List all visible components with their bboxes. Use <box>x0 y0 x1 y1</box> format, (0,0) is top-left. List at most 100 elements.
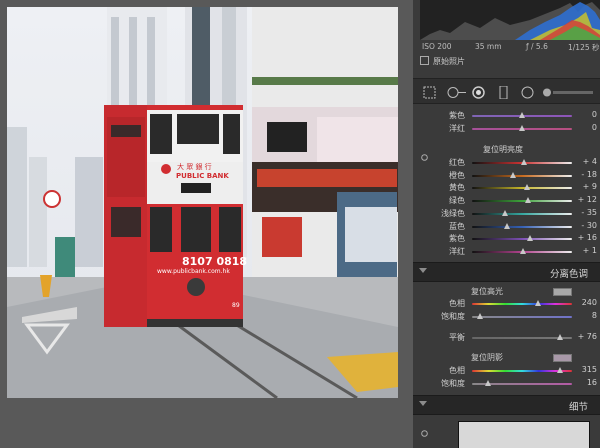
luminance-reset-label[interactable]: 复位明亮度 <box>483 144 523 155</box>
highlights-reset-label[interactable]: 复位高光 <box>471 286 503 297</box>
balance-value[interactable]: + 76 <box>578 332 597 341</box>
slider-thumb[interactable] <box>535 300 541 306</box>
slider-thumb[interactable] <box>556 367 563 373</box>
original-photo-checkbox[interactable] <box>420 56 429 65</box>
slider-value[interactable]: - 30 <box>581 221 597 230</box>
exif-iso: ISO 200 <box>422 42 452 51</box>
slider-thumb[interactable] <box>525 197 531 204</box>
slider-value[interactable]: - 35 <box>581 208 597 217</box>
slider-row: 绿色 + 12 <box>413 195 600 207</box>
target-adjust-icon[interactable] <box>421 146 428 161</box>
detail-target-icon[interactable] <box>421 422 428 437</box>
slider-label: 色相 <box>449 366 465 375</box>
slider-row: 黄色 + 9 <box>413 182 600 194</box>
slider-label: 饱和度 <box>441 312 465 321</box>
slider-track[interactable] <box>472 209 572 216</box>
slider-label: 洋红 <box>449 124 465 133</box>
balance-track[interactable] <box>472 334 572 340</box>
slider-track[interactable] <box>472 247 572 254</box>
graduated-filter-icon[interactable] <box>497 84 510 100</box>
slider-row: 饱和度 8 <box>413 311 600 323</box>
tram-route: 89 <box>232 302 240 309</box>
slider-thumb[interactable] <box>519 125 525 131</box>
slider-value[interactable]: 240 <box>582 298 597 307</box>
slider-row: 紫色 0 <box>413 110 600 122</box>
original-photo-toggle[interactable]: 原始照片 <box>420 56 465 70</box>
exif-aperture: ƒ / 5.6 <box>526 42 548 51</box>
slider-track[interactable] <box>472 367 572 373</box>
slider-label: 洋红 <box>449 246 465 256</box>
slider-thumb[interactable] <box>477 313 483 319</box>
slider-track[interactable] <box>472 159 572 165</box>
slider-track[interactable] <box>472 300 572 306</box>
slider-track[interactable] <box>472 222 572 229</box>
slider-label: 蓝色 <box>449 221 465 231</box>
slider-label: 绿色 <box>449 196 465 206</box>
histogram <box>420 0 600 40</box>
slider-label: 黄色 <box>449 183 465 193</box>
slider-value[interactable]: 0 <box>592 110 597 119</box>
edited-photo: 大 眾 銀 行 PUBLIC BANK 8107 0818 www.public… <box>7 7 398 398</box>
tram: 大 眾 銀 行 PUBLIC BANK 8107 0818 www.public… <box>104 105 247 327</box>
slider-track[interactable] <box>472 380 572 386</box>
exif-info: ISO 200 35 mm ƒ / 5.6 1/125 秒 <box>420 41 600 53</box>
slider-value[interactable]: + 4 <box>583 157 597 166</box>
detail-preview <box>458 421 590 448</box>
slider-value[interactable]: + 9 <box>583 182 597 191</box>
balance-row: 平衡 + 76 <box>413 332 600 344</box>
slider-thumb[interactable] <box>510 171 516 178</box>
slider-thumb[interactable] <box>521 159 527 165</box>
image-canvas: 大 眾 銀 行 PUBLIC BANK 8107 0818 www.public… <box>0 0 413 448</box>
tram-bank-cn: 大 眾 銀 行 <box>177 162 212 171</box>
slider-thumb[interactable] <box>519 247 526 254</box>
exif-shutter: 1/125 秒 <box>568 43 600 52</box>
grid-crop-icon[interactable] <box>423 84 436 99</box>
slider-row: 饱和度 16 <box>413 378 600 390</box>
split-toning-header[interactable]: 分离色调 <box>413 262 600 282</box>
radial-filter-icon[interactable] <box>521 84 534 99</box>
slider-value[interactable]: 8 <box>592 311 597 320</box>
slider-value[interactable]: 315 <box>582 365 597 374</box>
slider-track[interactable] <box>472 197 572 204</box>
slider-value[interactable]: + 16 <box>578 233 597 242</box>
slider-track[interactable] <box>472 125 572 131</box>
slider-label: 红色 <box>449 158 465 167</box>
slider-value[interactable]: - 18 <box>581 170 597 179</box>
slider-value[interactable]: + 1 <box>583 246 597 255</box>
slider-row: 紫色 + 16 <box>413 233 600 245</box>
slider-thumb[interactable] <box>504 222 510 229</box>
slider-row: 洋红 + 1 <box>413 246 600 258</box>
highlights-color-swatch[interactable] <box>553 288 572 296</box>
slider-track[interactable] <box>472 112 572 118</box>
shadows-reset-label[interactable]: 复位阴影 <box>471 352 503 363</box>
slider-row: 色相 315 <box>413 365 600 377</box>
collapse-triangle-icon <box>419 401 427 406</box>
slider-label: 色相 <box>449 299 465 308</box>
slider-track[interactable] <box>472 313 572 319</box>
slider-thumb[interactable] <box>527 235 533 242</box>
tool-strip <box>413 78 600 104</box>
shadows-color-swatch[interactable] <box>553 354 572 362</box>
slider-label: 紫色 <box>449 111 465 120</box>
tram-phone: 8107 0818 <box>182 255 247 268</box>
slider-thumb[interactable] <box>519 112 525 118</box>
detail-header[interactable]: 细节 <box>413 395 600 415</box>
red-eye-icon[interactable] <box>472 84 485 99</box>
balance-thumb[interactable] <box>557 334 563 340</box>
balance-label: 平衡 <box>449 333 465 342</box>
slider-label: 浅绿色 <box>441 208 465 218</box>
tram-website: www.publicbank.com.hk <box>157 268 230 275</box>
tram-bank-en: PUBLIC BANK <box>176 172 229 180</box>
slider-value[interactable]: 0 <box>592 123 597 132</box>
slider-value[interactable]: + 12 <box>578 195 597 204</box>
spot-removal-icon[interactable] <box>447 84 466 98</box>
slider-track[interactable] <box>472 235 572 242</box>
adjustment-brush-icon[interactable] <box>541 84 596 97</box>
slider-value[interactable]: 16 <box>587 378 597 387</box>
original-photo-label: 原始照片 <box>433 57 465 66</box>
slider-thumb[interactable] <box>501 209 508 216</box>
slider-track[interactable] <box>472 171 572 178</box>
slider-track[interactable] <box>472 184 572 191</box>
slider-thumb[interactable] <box>485 380 491 386</box>
slider-thumb[interactable] <box>523 184 530 191</box>
